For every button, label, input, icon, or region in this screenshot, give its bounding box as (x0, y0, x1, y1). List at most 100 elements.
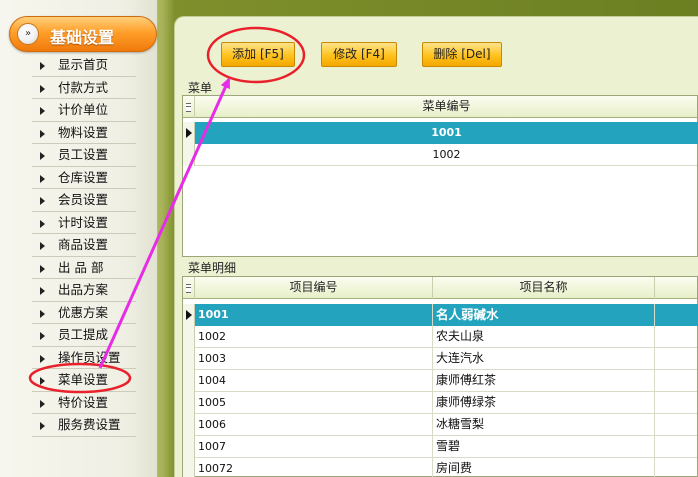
cell-item-code[interactable]: 1007 (195, 436, 433, 458)
cell-item-name[interactable]: 大连汽水 (433, 348, 655, 370)
nav-item-materials[interactable]: 物料设置 (32, 122, 136, 144)
cell-empty[interactable] (655, 458, 698, 477)
cell-empty[interactable] (655, 348, 698, 370)
triangle-right-icon (40, 354, 45, 363)
triangle-right-icon (40, 152, 45, 160)
column-chooser-icon[interactable] (183, 96, 195, 118)
cell-item-code[interactable]: 1002 (195, 326, 433, 348)
nav-item-staff-commission[interactable]: 员工提成 (32, 324, 136, 347)
nav-item-label: 计时设置 (58, 214, 109, 230)
table-row[interactable]: 1003 大连汽水 (183, 348, 697, 370)
cell-item-code[interactable]: 10072 (195, 458, 433, 477)
table-row[interactable]: 1006 冰糖雪梨 (183, 414, 697, 436)
nav-item-special-price[interactable]: 特价设置 (32, 392, 136, 414)
nav-item-payment-methods[interactable]: 付款方式 (32, 77, 136, 99)
add-button[interactable]: 添加 [F5] (221, 42, 295, 67)
cell-item-code[interactable]: 1001 (195, 304, 433, 326)
row-indicator (183, 414, 195, 436)
cell-empty[interactable] (655, 326, 698, 348)
column-header-menu-code[interactable]: 菜单编号 (195, 96, 698, 118)
detail-grid[interactable]: 项目编号 项目名称 1001 名人弱碱水 1002 农夫山泉 1003 大连汽水… (182, 276, 698, 477)
nav-header-title: 基础设置 (50, 28, 115, 47)
nav-item-products[interactable]: 商品设置 (32, 234, 136, 257)
table-row[interactable]: 10072 房间费 (183, 458, 697, 477)
cell-item-name[interactable]: 冰糖雪梨 (433, 414, 655, 436)
table-row[interactable]: 1002 农夫山泉 (183, 326, 697, 348)
cell-item-code[interactable]: 1006 (195, 414, 433, 436)
nav-item-members[interactable]: 会员设置 (32, 189, 136, 212)
detail-grid-header: 项目编号 项目名称 (183, 277, 697, 299)
menu-section-label: 菜单 (188, 79, 215, 96)
menu-grid[interactable]: 菜单编号 1001 1002 (182, 95, 698, 257)
row-indicator (183, 348, 195, 370)
table-row[interactable]: 1004 康师傅红茶 (183, 370, 697, 392)
nav-item-warehouse[interactable]: 仓库设置 (32, 167, 136, 189)
current-row-indicator-icon (183, 122, 195, 144)
nav-item-label: 出 品 部 (58, 259, 104, 275)
cell-item-name[interactable]: 康师傅红茶 (433, 370, 655, 392)
nav-item-pricing-units[interactable]: 计价单位 (32, 99, 136, 122)
nav-item-operators[interactable]: 操作员设置 (32, 347, 136, 369)
triangle-right-icon (40, 107, 45, 115)
table-row[interactable]: 1002 (183, 144, 697, 166)
cell-empty[interactable] (655, 414, 698, 436)
nav-item-label: 显示首页 (58, 57, 109, 72)
nav-item-dispatch-plan[interactable]: 出品方案 (32, 279, 136, 302)
cell-empty[interactable] (655, 436, 698, 458)
row-indicator (183, 370, 195, 392)
cell-item-code[interactable]: 1005 (195, 392, 433, 414)
nav-item-label: 特价设置 (58, 394, 109, 410)
column-header-extra (655, 277, 698, 299)
nav-item-home[interactable]: 显示首页 (32, 54, 136, 77)
cell-menu-code[interactable]: 1002 (195, 144, 698, 166)
nav-item-timing[interactable]: 计时设置 (32, 212, 136, 234)
nav-item-label: 商品设置 (58, 237, 109, 252)
cell-empty[interactable] (655, 370, 698, 392)
double-chevron-icon[interactable]: » (17, 23, 39, 45)
edit-button[interactable]: 修改 [F4] (321, 42, 397, 67)
triangle-right-icon (40, 422, 45, 430)
cell-item-name[interactable]: 房间费 (433, 458, 655, 477)
cell-menu-code[interactable]: 1001 (195, 122, 698, 144)
triangle-right-icon (40, 84, 45, 93)
triangle-right-icon (40, 264, 45, 273)
table-row[interactable]: 1005 康师傅绿茶 (183, 392, 697, 414)
nav-header-basic-settings[interactable]: » 基础设置 (9, 16, 157, 52)
table-row[interactable]: 1001 (183, 122, 698, 144)
cell-item-name[interactable]: 雪碧 (433, 436, 655, 458)
cell-item-name[interactable]: 康师傅绿茶 (433, 392, 655, 414)
nav-item-label: 操作员设置 (58, 349, 121, 365)
triangle-right-icon (40, 399, 45, 408)
column-chooser-icon[interactable] (183, 277, 195, 299)
cell-item-name[interactable]: 农夫山泉 (433, 326, 655, 348)
nav-item-dispatch-dept[interactable]: 出 品 部 (32, 257, 136, 279)
nav-item-discount-plan[interactable]: 优惠方案 (32, 302, 136, 324)
nav-item-label: 计价单位 (58, 102, 109, 117)
nav-item-staff[interactable]: 员工设置 (32, 144, 136, 167)
cell-item-name[interactable]: 名人弱碱水 (433, 304, 655, 326)
triangle-right-icon (40, 62, 45, 70)
nav-item-service-fee[interactable]: 服务费设置 (32, 414, 136, 437)
column-header-item-code[interactable]: 项目编号 (195, 277, 433, 299)
nav-item-label: 服务费设置 (58, 417, 121, 432)
cell-item-code[interactable]: 1003 (195, 348, 433, 370)
nav-item-label: 员工提成 (58, 327, 109, 342)
nav-item-label: 出品方案 (58, 282, 109, 297)
triangle-right-icon (40, 197, 45, 205)
delete-button[interactable]: 删除 [Del] (422, 42, 502, 67)
nav-item-label: 会员设置 (58, 192, 109, 207)
nav-item-label: 员工设置 (58, 147, 109, 162)
cell-item-code[interactable]: 1004 (195, 370, 433, 392)
triangle-right-icon (40, 219, 45, 228)
menu-grid-header: 菜单编号 (183, 96, 697, 118)
column-header-item-name[interactable]: 项目名称 (433, 277, 655, 299)
nav-item-menu-settings[interactable]: 菜单设置 (32, 369, 136, 392)
cell-empty[interactable] (655, 392, 698, 414)
table-row[interactable]: 1007 雪碧 (183, 436, 697, 458)
current-row-indicator-icon (183, 304, 195, 326)
row-indicator (183, 144, 195, 166)
row-indicator (183, 392, 195, 414)
table-row[interactable]: 1001 名人弱碱水 (183, 304, 698, 326)
cell-empty[interactable] (655, 304, 698, 326)
triangle-right-icon (40, 174, 45, 183)
